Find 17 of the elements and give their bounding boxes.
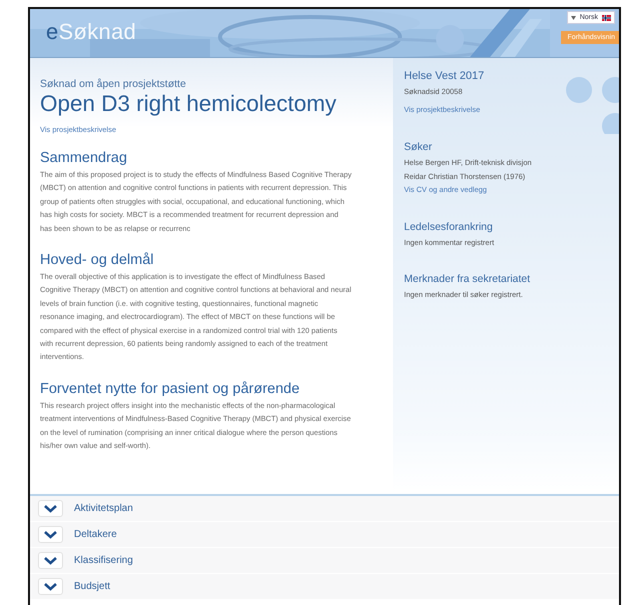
program-name: Helse Vest 2017 bbox=[404, 70, 486, 82]
logo: eSøknad bbox=[46, 19, 136, 45]
sidebar-heading: Merknader fra sekretariatet bbox=[404, 273, 532, 285]
application-type: Søknad om åpen prosjektstøtte bbox=[40, 78, 187, 90]
chevron-icon bbox=[38, 500, 63, 517]
flag-icon bbox=[602, 14, 611, 20]
chevron-icon bbox=[38, 526, 63, 543]
section-heading: Hoved- og delmål bbox=[40, 252, 155, 268]
chevron-icon bbox=[38, 552, 63, 569]
section-heading: Forventet nytte for pasient og pårørende bbox=[40, 380, 301, 397]
section-heading: Sammendrag bbox=[40, 150, 128, 166]
circles-drawing bbox=[565, 76, 619, 134]
chevron-icon bbox=[38, 578, 63, 595]
sidebar-heading: Søker bbox=[404, 141, 434, 153]
sidebar-heading: Ledelsesforankring bbox=[404, 220, 494, 232]
caret-icon bbox=[570, 16, 576, 20]
project-title: Open D3 right hemicolectomy bbox=[40, 91, 338, 117]
